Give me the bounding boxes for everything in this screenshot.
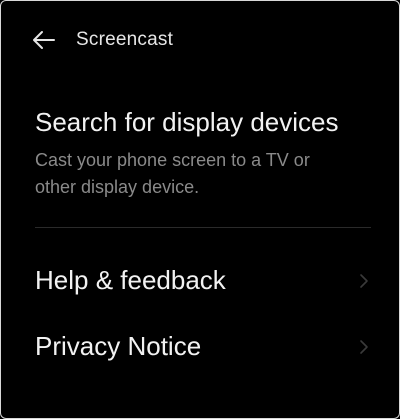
app-header: Screencast: [1, 1, 399, 79]
page-title: Screencast: [76, 29, 174, 50]
privacy-notice-item[interactable]: Privacy Notice: [1, 317, 399, 377]
search-display-devices-description: Cast your phone screen to a TV or other …: [35, 150, 310, 197]
help-feedback-label: Help & feedback: [35, 265, 226, 295]
back-button[interactable]: [29, 25, 59, 55]
search-display-devices-title: Search for display devices: [35, 107, 339, 137]
back-arrow-icon: [32, 30, 56, 50]
help-feedback-item[interactable]: Help & feedback: [1, 251, 399, 311]
search-display-devices-item[interactable]: Search for display devices Cast your pho…: [1, 101, 399, 211]
screen: Screencast Search for display devices Ca…: [0, 0, 400, 419]
divider: [35, 227, 371, 228]
chevron-right-icon: [359, 273, 369, 289]
privacy-notice-label: Privacy Notice: [35, 331, 202, 361]
chevron-right-icon: [359, 339, 369, 355]
